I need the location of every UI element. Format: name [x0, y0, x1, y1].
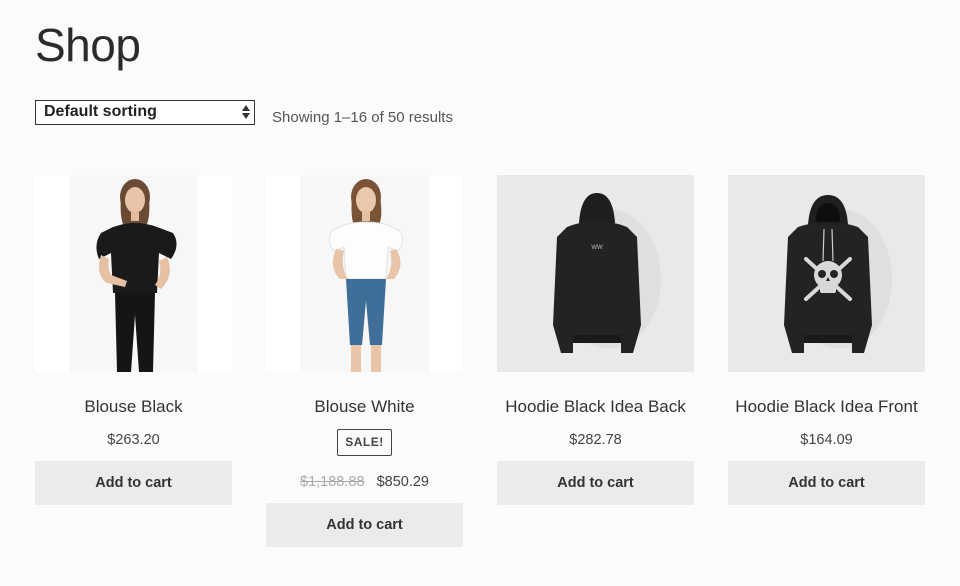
product-title[interactable]: Blouse White	[266, 396, 463, 418]
svg-text:WW: WW	[591, 245, 603, 251]
shop-toolbar: Default sorting Showing 1–16 of 50 resul…	[35, 98, 453, 126]
product-image-hoodie-front[interactable]	[728, 175, 925, 372]
add-to-cart-button[interactable]: Add to cart	[266, 503, 463, 547]
product-card: WW Hoodie Black Idea Back $282.78 Add to…	[497, 175, 694, 547]
product-title[interactable]: Hoodie Black Idea Front	[728, 396, 925, 418]
sorting-selected-value: Default sorting	[44, 102, 157, 120]
product-title[interactable]: Blouse Black	[35, 396, 232, 418]
product-image-blouse-white[interactable]	[266, 175, 463, 372]
regular-price: $1,188.88	[300, 474, 365, 490]
product-grid: Blouse Black $263.20 Add to cart Blouse …	[35, 175, 925, 547]
product-card: Blouse Black $263.20 Add to cart	[35, 175, 232, 547]
page-title: Shop	[35, 19, 141, 71]
product-image-hoodie-back[interactable]: WW	[497, 175, 694, 372]
product-title[interactable]: Hoodie Black Idea Back	[497, 396, 694, 418]
add-to-cart-button[interactable]: Add to cart	[497, 461, 694, 505]
product-price: $1,188.88 $850.29	[266, 473, 463, 491]
product-price: $263.20	[107, 432, 160, 448]
select-arrows-icon	[242, 103, 250, 121]
product-price: $282.78	[569, 432, 622, 448]
result-count: Showing 1–16 of 50 results	[272, 109, 453, 126]
product-image-blouse-black[interactable]	[35, 175, 232, 372]
add-to-cart-button[interactable]: Add to cart	[35, 461, 232, 505]
product-price: $164.09	[800, 432, 853, 448]
shop-page: Shop Default sorting Showing 1–16 of 50 …	[0, 0, 960, 586]
product-card: Hoodie Black Idea Front $164.09 Add to c…	[728, 175, 925, 547]
sorting-select[interactable]: Default sorting	[35, 99, 255, 125]
product-card: Blouse White SALE! $1,188.88 $850.29 Add…	[266, 175, 463, 547]
add-to-cart-button[interactable]: Add to cart	[728, 461, 925, 505]
sale-price: $850.29	[376, 474, 429, 490]
sale-badge: SALE!	[337, 429, 392, 456]
